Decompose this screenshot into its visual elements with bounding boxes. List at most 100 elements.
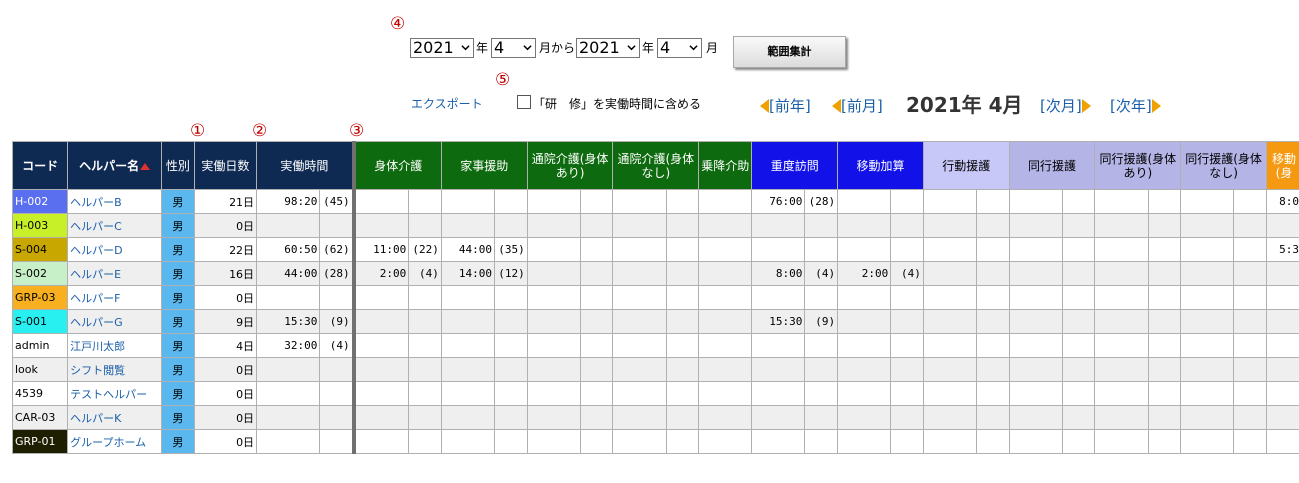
visit-body-count [579, 237, 614, 262]
helper-name-link[interactable]: 江戸川太郎 [67, 333, 163, 358]
acc-body-hours [1094, 381, 1149, 406]
acc-body-hours [1094, 261, 1149, 286]
from-year-select[interactable]: 2021 [410, 38, 474, 58]
body-care-hours: 11:00 [351, 237, 410, 262]
acc-nobody-count [1233, 261, 1267, 286]
acc-nobody-count [1233, 285, 1267, 310]
visit-body-hours [526, 405, 581, 430]
helper-name-link[interactable]: ヘルパーG [67, 309, 163, 334]
heavy-visit-hours [751, 285, 806, 310]
accompany-count [1061, 309, 1096, 334]
visit-body-hours [526, 429, 581, 454]
month-label: 月 [706, 41, 719, 55]
heavy-visit-count [804, 333, 839, 358]
body-care-count [408, 357, 442, 382]
moving-hours [1265, 285, 1299, 310]
behavior-count [975, 213, 1010, 238]
accompany-count [1061, 357, 1096, 382]
moving-hours [1265, 333, 1299, 358]
accompany-hours [1008, 189, 1063, 214]
ride-hours [698, 237, 753, 262]
to-month-select[interactable]: 4 [657, 38, 702, 58]
year-label-2: 年 [642, 41, 655, 55]
helper-name-link[interactable]: ヘルパーE [67, 261, 163, 286]
heavy-visit-count [804, 213, 839, 238]
col-moving[interactable]: 移動(身 [1265, 141, 1299, 190]
col-housework[interactable]: 家事援助 [440, 141, 528, 190]
work-days: 0日 [193, 429, 258, 454]
helper-name-link[interactable]: ヘルパーF [67, 285, 163, 310]
prev-month-link[interactable]: [前月] [832, 96, 883, 116]
to-year-select[interactable]: 2021 [576, 38, 640, 58]
col-visit-nobody[interactable]: 通院介護(身体なし) [612, 141, 700, 190]
acc-nobody-count [1233, 189, 1267, 214]
visit-nobody-hours [612, 237, 667, 262]
visit-body-hours [526, 213, 581, 238]
col-acc-nobody[interactable]: 同行援護(身体なし) [1180, 141, 1267, 190]
col-code[interactable]: コード [11, 141, 69, 190]
work-hours-count: (45) [319, 189, 355, 214]
body-care-hours [351, 189, 410, 214]
col-days[interactable]: 実働日数 [193, 141, 258, 190]
col-hours[interactable]: 実働時間 [256, 141, 355, 190]
col-ride[interactable]: 乗降介助 [698, 141, 753, 190]
move-add-hours: 2:00 [837, 261, 892, 286]
table-row: 4539 テストヘルパー男 0日 [11, 381, 1299, 406]
body-care-count [408, 405, 442, 430]
export-link[interactable]: エクスポート [411, 96, 483, 112]
col-body-care[interactable]: 身体介護 [351, 141, 442, 190]
behavior-hours [922, 429, 977, 454]
arrow-right-icon [1151, 99, 1161, 113]
col-name[interactable]: ヘルパー名 [67, 141, 163, 190]
helper-summary-table: コード ヘルパー名 性別 実働日数 実働時間 身体介護 家事援助 通院介護(身体… [11, 141, 1299, 454]
behavior-hours [922, 261, 977, 286]
col-acc-body[interactable]: 同行援護(身体あり) [1094, 141, 1182, 190]
housework-count [494, 429, 528, 454]
next-month-link[interactable]: [次月] [1040, 96, 1091, 116]
acc-nobody-hours [1180, 405, 1235, 430]
helper-name-link[interactable]: グループホーム [67, 429, 163, 454]
acc-nobody-hours [1180, 429, 1235, 454]
body-care-hours [351, 405, 410, 430]
col-behavior[interactable]: 行動援護 [922, 141, 1010, 190]
col-move-add[interactable]: 移動加算 [837, 141, 924, 190]
heavy-visit-hours [751, 237, 806, 262]
body-care-count [408, 213, 442, 238]
moving-hours [1265, 429, 1299, 454]
heavy-visit-count [804, 357, 839, 382]
accompany-count [1061, 213, 1096, 238]
body-care-hours [351, 333, 410, 358]
current-month-title: 2021年 4月 [906, 93, 1023, 117]
acc-body-count [1147, 357, 1182, 382]
work-hours-count: (28) [319, 261, 355, 286]
prev-year-link[interactable]: [前年] [760, 96, 811, 116]
helper-name-link[interactable]: ヘルパーK [67, 405, 163, 430]
next-year-link[interactable]: [次年] [1110, 96, 1161, 116]
heavy-visit-count [804, 405, 839, 430]
visit-body-hours [526, 309, 581, 334]
range-aggregate-button[interactable]: 範囲集計 [733, 36, 846, 68]
accompany-count [1061, 261, 1096, 286]
housework-hours: 14:00 [440, 261, 496, 286]
from-month-select[interactable]: 4 [491, 38, 536, 58]
accompany-count [1061, 405, 1096, 430]
heavy-visit-count: (9) [804, 309, 839, 334]
training-checkbox[interactable] [517, 95, 531, 109]
helper-name-link[interactable]: ヘルパーC [67, 213, 163, 238]
col-sex[interactable]: 性別 [161, 141, 195, 190]
col-accompany[interactable]: 同行援護 [1008, 141, 1096, 190]
helper-name-link[interactable]: シフト閲覧 [67, 357, 163, 382]
col-heavy[interactable]: 重度訪問 [751, 141, 839, 190]
acc-body-count [1147, 285, 1182, 310]
heavy-visit-count [804, 381, 839, 406]
helper-name-link[interactable]: ヘルパーB [67, 189, 163, 214]
table-row: GRP-01 グループホーム男 0日 [11, 429, 1299, 454]
helper-sex: 男 [161, 405, 195, 430]
accompany-hours [1008, 429, 1063, 454]
table-row: S-004 ヘルパーD 男 22日 60:50 (62) 11:00 (22) 44:00 (35… [11, 237, 1299, 262]
accompany-hours [1008, 357, 1063, 382]
col-visit-body[interactable]: 通院介護(身体あり) [526, 141, 614, 190]
visit-nobody-hours [612, 333, 667, 358]
helper-name-link[interactable]: テストヘルパー [67, 381, 163, 406]
helper-name-link[interactable]: ヘルパーD [67, 237, 163, 262]
